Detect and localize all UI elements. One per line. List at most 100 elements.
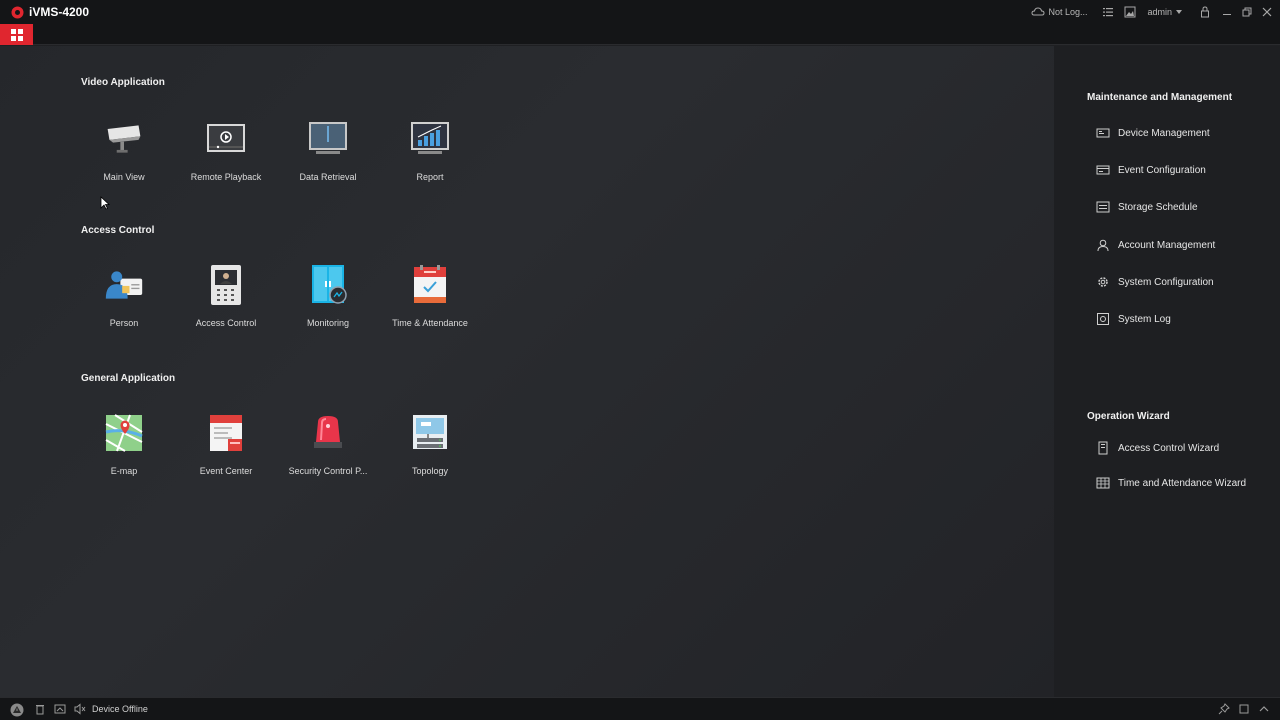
cloud-status-text: Not Log... — [1048, 7, 1088, 17]
topology-icon — [410, 414, 450, 452]
tile-label: Access Control — [195, 318, 257, 328]
person-icon — [104, 266, 144, 304]
chevron-down-icon — [1176, 10, 1182, 14]
tile-label: Report — [416, 172, 444, 182]
pin-button[interactable] — [1218, 703, 1230, 715]
log-icon — [1097, 313, 1109, 325]
home-button[interactable] — [0, 24, 33, 45]
user-icon — [1097, 239, 1109, 252]
menu-label: Storage Schedule — [1118, 201, 1198, 213]
menu-label: System Log — [1118, 313, 1171, 325]
minimize-button[interactable] — [1220, 5, 1234, 19]
menu-label: System Configuration — [1118, 276, 1214, 288]
mouse-cursor-icon — [100, 196, 110, 210]
system-configuration-link[interactable]: System Configuration — [1096, 274, 1214, 290]
sound-button[interactable] — [74, 703, 86, 715]
tile-label: Monitoring — [306, 318, 350, 328]
image-icon — [1124, 6, 1136, 18]
tile-label: Event Center — [199, 466, 253, 476]
tile-topology[interactable]: Topology — [379, 414, 481, 486]
door-station-icon — [206, 265, 246, 305]
tile-report[interactable]: Report — [379, 120, 481, 192]
section-title-video: Video Application — [81, 77, 165, 88]
tile-label: E-map — [110, 466, 138, 476]
tile-access-control[interactable]: Access Control — [175, 265, 277, 338]
chevron-up-icon — [1259, 706, 1269, 712]
tile-label: Time & Attendance — [392, 318, 468, 328]
restore-button[interactable] — [1240, 5, 1254, 19]
tile-event-center[interactable]: Event Center — [175, 414, 277, 486]
menu-label: Device Management — [1118, 127, 1210, 139]
event-list-icon — [206, 414, 246, 452]
window-button[interactable] — [1238, 703, 1250, 715]
right-panel — [1054, 46, 1280, 697]
close-button[interactable] — [1260, 5, 1274, 19]
tile-time-attendance[interactable]: Time & Attendance — [379, 265, 481, 338]
gear-icon — [1098, 277, 1108, 287]
tile-label: Remote Playback — [190, 172, 262, 182]
tile-security-control-panel[interactable]: Security Control P... — [277, 414, 379, 486]
trash-button[interactable] — [34, 703, 46, 715]
maintenance-title: Maintenance and Management — [1087, 92, 1233, 103]
speaker-mute-icon — [74, 703, 86, 715]
wizard-title: Operation Wizard — [1087, 411, 1170, 422]
event-config-icon — [1096, 165, 1110, 175]
tile-label: Data Retrieval — [299, 172, 357, 182]
system-log-link[interactable]: System Log — [1096, 311, 1171, 327]
minimize-icon — [1223, 14, 1231, 15]
title-bar: iVMS-4200 Not Log... admin — [0, 0, 1280, 24]
section-title-general: General Application — [81, 373, 176, 384]
restore-icon — [1242, 7, 1252, 17]
event-configuration-link[interactable]: Event Configuration — [1096, 162, 1206, 178]
list-button[interactable] — [1101, 5, 1115, 19]
list-icon — [1103, 8, 1114, 17]
tile-label: Person — [109, 318, 139, 328]
storage-schedule-link[interactable]: Storage Schedule — [1096, 199, 1198, 215]
tile-emap[interactable]: E-map — [73, 414, 175, 486]
door-monitor-icon — [308, 265, 348, 304]
menu-label: Time and Attendance Wizard — [1118, 477, 1247, 489]
close-icon — [1262, 7, 1272, 17]
warning-icon — [10, 703, 24, 717]
account-management-link[interactable]: Account Management — [1096, 237, 1215, 253]
tile-monitoring[interactable]: Monitoring — [277, 265, 379, 338]
status-bar: Device Offline — [0, 697, 1280, 720]
tile-label: Topology — [411, 466, 449, 476]
grid-icon — [10, 28, 23, 41]
tile-remote-playback[interactable]: Remote Playback — [175, 120, 277, 192]
screen-button[interactable] — [54, 703, 66, 715]
calendar-grid-icon — [1096, 477, 1110, 489]
trash-icon — [36, 705, 44, 715]
tile-label: Main View — [103, 172, 145, 182]
device-management-link[interactable]: Device Management — [1096, 125, 1210, 141]
tile-person[interactable]: Person — [73, 266, 175, 338]
access-control-wizard-link[interactable]: Access Control Wizard — [1096, 440, 1219, 456]
pin-icon — [1218, 703, 1230, 715]
window-controls: Not Log... admin — [1031, 0, 1280, 24]
cloud-icon — [1031, 7, 1045, 16]
toolbar — [0, 24, 1280, 45]
collapse-button[interactable] — [1258, 703, 1270, 715]
tile-data-retrieval[interactable]: Data Retrieval — [277, 120, 379, 192]
device-icon — [1096, 128, 1110, 138]
lock-button[interactable] — [1198, 5, 1212, 19]
playback-icon — [206, 120, 246, 158]
user-name: admin — [1147, 7, 1172, 17]
time-attendance-wizard-link[interactable]: Time and Attendance Wizard — [1096, 475, 1246, 491]
section-title-access: Access Control — [81, 225, 155, 236]
alarm-light-icon — [308, 414, 348, 452]
menu-label: Access Control Wizard — [1118, 442, 1220, 454]
alarm-button[interactable] — [10, 703, 24, 717]
expand-icon — [54, 704, 66, 714]
tile-main-view[interactable]: Main View — [73, 120, 175, 192]
door-icon — [1098, 441, 1108, 455]
square-icon — [1239, 704, 1249, 714]
image-button[interactable] — [1123, 5, 1137, 19]
tile-label: Security Control P... — [288, 466, 368, 476]
device-status-text: Device Offline — [92, 704, 148, 714]
lock-icon — [1201, 6, 1209, 18]
camera-icon — [104, 120, 144, 158]
cloud-status[interactable]: Not Log... — [1031, 5, 1087, 19]
user-dropdown[interactable]: admin — [1147, 5, 1186, 19]
storage-icon — [1096, 201, 1110, 213]
